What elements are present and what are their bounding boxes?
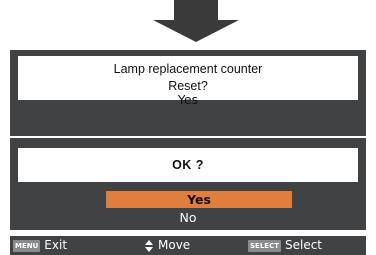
exit-hint[interactable]: MENU Exit <box>13 236 67 255</box>
menu-key-icon: MENU <box>13 239 41 252</box>
select-hint[interactable]: SELECT Select <box>248 236 322 255</box>
select-label: Select <box>284 238 323 252</box>
exit-label: Exit <box>44 238 68 252</box>
option-yes-selected[interactable]: Yes <box>106 191 292 208</box>
ok-prompt-box: OK ? <box>18 148 358 182</box>
option-no[interactable]: No <box>10 209 366 226</box>
option-yes[interactable]: Yes <box>10 92 366 108</box>
move-hint: Move <box>145 236 190 255</box>
message-line-1: Lamp replacement counter <box>113 62 263 76</box>
select-key-icon: SELECT <box>248 239 281 252</box>
ok-confirm-dialog: OK ? Yes No <box>10 138 366 230</box>
down-arrow-icon <box>153 0 239 42</box>
ok-prompt: OK ? <box>172 158 204 172</box>
up-down-icon <box>145 239 153 252</box>
reset-confirm-dialog: Lamp replacement counter Reset? Yes <box>10 50 366 136</box>
move-label: Move <box>158 238 191 252</box>
footer-bar: MENU Exit Move SELECT Select <box>10 236 366 255</box>
